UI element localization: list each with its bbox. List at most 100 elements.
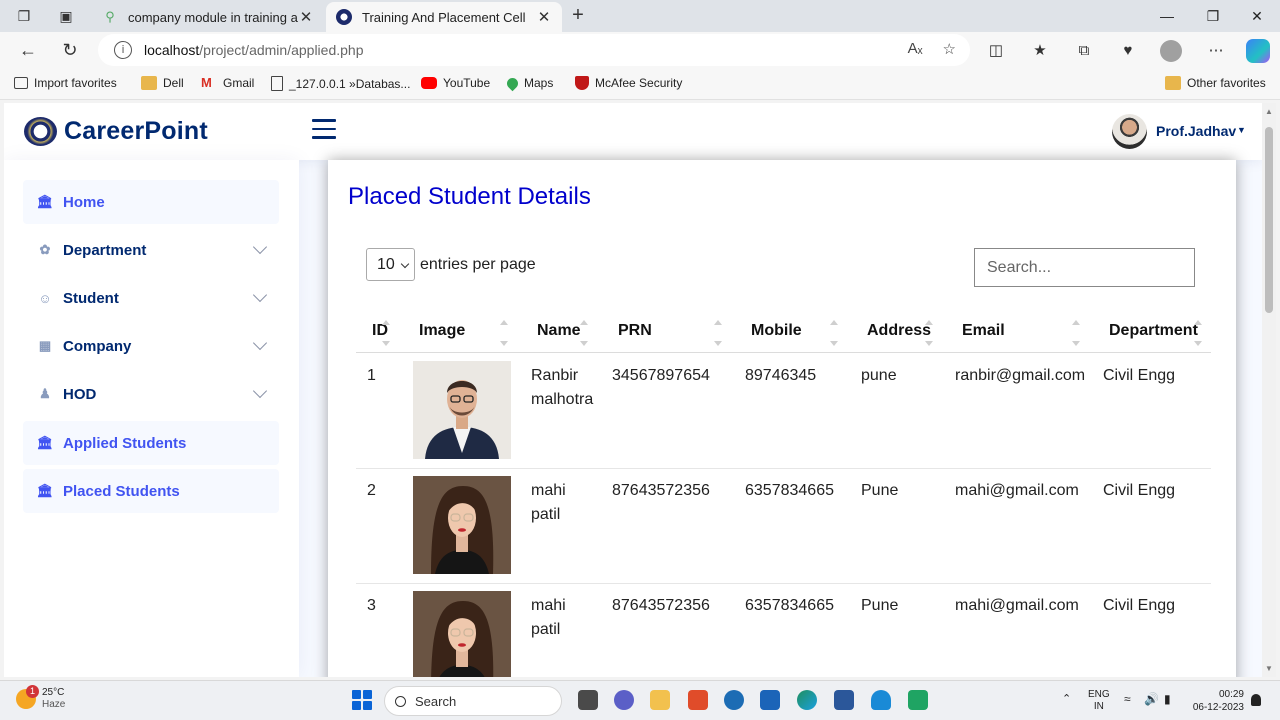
sidebar-item-placed-students[interactable]: 🏛 Placed Students	[23, 469, 279, 513]
clock[interactable]: 00:29 06-12-2023	[1190, 688, 1244, 714]
other-favorites[interactable]: Other favorites	[1165, 76, 1266, 90]
column-header-mobile[interactable]: Mobile	[751, 322, 802, 340]
close-window-button[interactable]: ✕	[1234, 4, 1280, 28]
back-button[interactable]: ←	[16, 38, 40, 62]
favorite-star-icon[interactable]: ☆	[943, 40, 956, 58]
column-header-image[interactable]: Image	[419, 322, 465, 340]
browser-essentials-icon[interactable]: ♥	[1117, 40, 1139, 62]
dell-icon[interactable]	[724, 690, 744, 710]
more-menu-icon[interactable]: ⋯	[1205, 40, 1227, 62]
sort-icon[interactable]	[714, 320, 722, 346]
notification-bell-icon[interactable]	[1251, 694, 1261, 706]
weather-widget[interactable]: 1 25°C Haze	[16, 685, 65, 711]
copilot-icon[interactable]	[1246, 39, 1270, 63]
sidebar-item-home[interactable]: 🏛 Home	[23, 180, 279, 224]
workspaces-icon[interactable]: ❐	[14, 6, 34, 26]
office-icon[interactable]	[688, 690, 708, 710]
cell-id: 3	[367, 597, 376, 614]
column-header-prn[interactable]: PRN	[618, 322, 652, 340]
page-scrollbar[interactable]: ▲ ▼	[1262, 103, 1276, 677]
minimize-button[interactable]: —	[1144, 4, 1190, 28]
entries-select[interactable]: 10	[366, 248, 415, 281]
favorite-dell[interactable]: Dell	[141, 76, 184, 90]
read-aloud-icon[interactable]: Aₓ	[908, 40, 923, 58]
windows-taskbar: 1 25°C Haze Search ⌃ ENG IN ≈ 🔊 ▮ 00:29 06-…	[0, 680, 1280, 720]
main-card: Placed Student Details 10 entries per pa…	[328, 160, 1236, 677]
maximize-button[interactable]: ❐	[1190, 4, 1236, 28]
close-tab-icon[interactable]: ✕	[298, 8, 314, 26]
tab-actions-icon[interactable]: ▣	[56, 6, 76, 26]
profile-avatar[interactable]	[1160, 40, 1182, 62]
toggle-sidebar-icon[interactable]	[312, 119, 336, 141]
site-logo[interactable]: CareerPoint	[64, 117, 208, 146]
sort-icon[interactable]	[382, 320, 390, 346]
browser-tab-strip: ❐ ▣ ⚲ company module in training and ✕ T…	[0, 0, 1280, 32]
cell-department: Civil Engg	[1103, 482, 1176, 499]
sort-icon[interactable]	[500, 320, 508, 346]
scroll-up-icon[interactable]: ▲	[1265, 107, 1273, 116]
store-icon[interactable]	[760, 690, 780, 710]
volume-icon[interactable]: 🔊	[1144, 693, 1159, 705]
cell-prn: 87643572356	[612, 482, 710, 499]
grid-icon: ✿	[39, 242, 51, 257]
favorite-youtube[interactable]: YouTube	[421, 76, 490, 90]
sort-icon[interactable]	[1072, 320, 1080, 346]
user-name[interactable]: Prof.Jadhav	[1156, 123, 1236, 139]
sidebar-item-applied-students[interactable]: 🏛 Applied Students	[23, 421, 279, 465]
caret-down-icon[interactable]: ▼	[1237, 125, 1246, 135]
column-header-email[interactable]: Email	[962, 322, 1005, 340]
task-view-icon[interactable]	[578, 690, 598, 710]
browser-tab-company-module[interactable]: ⚲ company module in training and ✕	[92, 2, 324, 32]
column-header-department[interactable]: Department	[1109, 322, 1198, 340]
word-icon[interactable]	[834, 690, 854, 710]
split-screen-icon[interactable]: ◫	[985, 40, 1007, 62]
close-tab-icon[interactable]: ✕	[536, 8, 552, 26]
scroll-down-icon[interactable]: ▼	[1265, 664, 1273, 673]
refresh-button[interactable]: ↻	[58, 38, 82, 62]
teams-chat-icon[interactable]	[614, 690, 634, 710]
temperature: 25°C	[42, 687, 65, 698]
address-bar[interactable]: i localhost/project/admin/applied.php Aₓ…	[98, 34, 970, 66]
sort-icon[interactable]	[580, 320, 588, 346]
cell-name: mahi patil	[531, 482, 566, 523]
column-header-address[interactable]: Address	[867, 322, 931, 340]
notification-badge: 1	[26, 685, 39, 698]
cell-name: Ranbir malhotra	[531, 367, 594, 408]
collections-icon[interactable]: ⧉	[1073, 40, 1095, 62]
favorite-database[interactable]: _127.0.0.1 »Databas...	[271, 76, 410, 91]
favorite-import[interactable]: Import favorites	[14, 76, 117, 90]
info-icon[interactable]: i	[114, 41, 132, 59]
scrollbar-thumb[interactable]	[1265, 127, 1273, 313]
sidebar-item-department[interactable]: ✿ Department	[23, 228, 279, 272]
show-hidden-icons[interactable]: ⌃	[1062, 693, 1071, 705]
battery-icon[interactable]: ▮	[1164, 693, 1171, 705]
sidebar-item-hod[interactable]: ♟ HOD	[23, 372, 279, 416]
onedrive-icon[interactable]	[871, 690, 891, 710]
favorite-mcafee[interactable]: McAfee Security	[575, 76, 682, 90]
language-indicator[interactable]: ENG IN	[1088, 689, 1110, 713]
tab-title: Training And Placement Cell	[362, 9, 526, 25]
favorite-gmail[interactable]: M Gmail	[201, 76, 254, 91]
favorite-maps[interactable]: Maps	[504, 75, 553, 91]
wifi-icon[interactable]: ≈	[1124, 693, 1131, 705]
cell-mobile: 6357834665	[745, 597, 834, 614]
sidebar-item-student[interactable]: ☺ Student	[23, 276, 279, 320]
table-row: 1 Ranbir malhotra 34567897654 89746345 pu…	[356, 354, 1211, 469]
search-input[interactable]	[974, 248, 1195, 287]
favorites-icon[interactable]: ★	[1029, 40, 1051, 62]
app-icon[interactable]	[908, 690, 928, 710]
search-icon: ⚲	[105, 9, 115, 24]
sort-icon[interactable]	[925, 320, 933, 346]
new-tab-button[interactable]: +	[566, 4, 590, 28]
user-avatar[interactable]	[1112, 114, 1147, 149]
sidebar-item-company[interactable]: ▦ Company	[23, 324, 279, 368]
file-explorer-icon[interactable]	[650, 690, 670, 710]
taskbar-search[interactable]: Search	[384, 686, 562, 716]
edge-icon[interactable]	[797, 690, 817, 710]
browser-tab-training-placement[interactable]: Training And Placement Cell ✕	[326, 2, 562, 32]
table-row: 2 mahipatil 87643572356 6357834665 Pune	[356, 469, 1211, 584]
start-button[interactable]	[352, 690, 372, 710]
sort-icon[interactable]	[1194, 320, 1202, 346]
column-header-name[interactable]: Name	[537, 322, 581, 340]
sort-icon[interactable]	[830, 320, 838, 346]
